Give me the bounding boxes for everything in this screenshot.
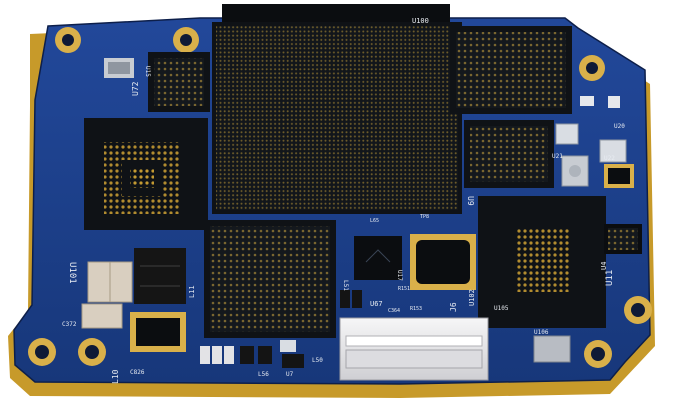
label-l10: L10 — [111, 369, 120, 384]
label-l11: L11 — [188, 285, 196, 298]
label-u106: U106 — [534, 329, 549, 336]
chip-lower-memory — [204, 220, 336, 338]
label-u72: U72 — [131, 81, 140, 96]
pcb-scene: U100 U72 U101 U9 U11 U17 U102 U4 U106 U2… — [8, 4, 655, 398]
label-u22: U22 — [604, 155, 615, 162]
label-u15: U15 — [144, 66, 151, 77]
label-u21: U21 — [552, 153, 563, 160]
chip-u17: U17 — [354, 236, 403, 281]
label-c364: C364 — [388, 308, 400, 314]
label-u4: U4 — [600, 262, 608, 270]
label-c372: C372 — [62, 321, 77, 328]
label-u17: U17 — [396, 270, 403, 281]
label-l51: L51 — [342, 280, 349, 291]
label-c826: C826 — [130, 369, 145, 376]
label-r153: R153 — [410, 306, 422, 312]
label-u105: U105 — [494, 305, 509, 312]
label-u7: U7 — [286, 371, 294, 378]
label-l65: L65 — [370, 218, 379, 224]
label-l50: L50 — [312, 357, 323, 364]
label-u20: U20 — [614, 123, 625, 130]
label-u9: U9 — [466, 196, 475, 206]
chip-u100: U100 — [212, 4, 462, 214]
label-u102: U102 — [468, 289, 476, 306]
label-u11: U11 — [605, 270, 615, 286]
label-tp8: TP8 — [420, 214, 429, 220]
label-r151: R151 — [398, 286, 410, 292]
label-u101: U101 — [67, 262, 77, 284]
label-u67: U67 — [370, 300, 383, 308]
label-j6: J6 — [449, 302, 458, 312]
label-u100: U100 — [412, 17, 429, 25]
chip-top-right-memory — [450, 26, 572, 114]
chip-u22 — [604, 164, 634, 188]
label-l56: L56 — [258, 371, 269, 378]
